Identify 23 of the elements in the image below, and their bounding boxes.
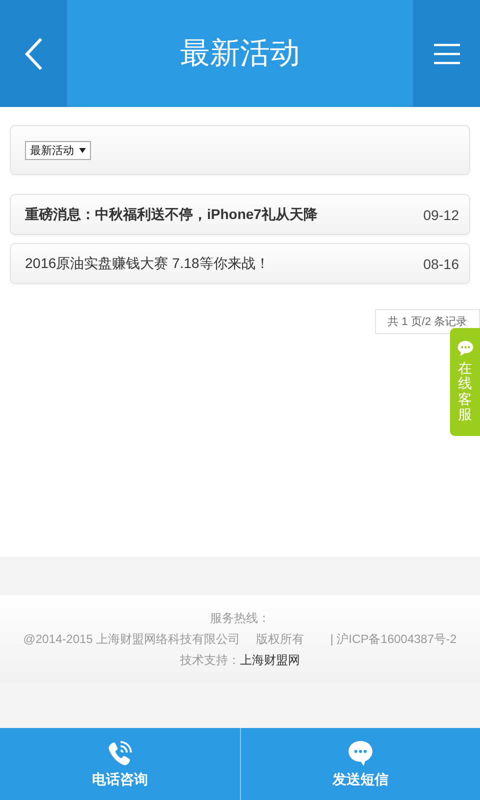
page-title: 最新活动 [179,36,301,72]
icp-text: | 沪ICP备16004387号-2 [330,632,457,646]
article-title: 2016原油实盘赚钱大赛 7.18等你来战！ [25,254,270,272]
chat-bubble-icon [346,740,374,766]
chat-bubble-icon [456,340,474,357]
rights-text: 版权所有 [256,632,304,646]
support-link[interactable]: 上海财盟网 [240,652,300,666]
article-date: 09-12 [423,206,459,222]
category-dropdown[interactable]: 最新活动 [25,140,91,160]
article-title: 重磅消息：中秋福利送不停，iPhone7礼从天降 [25,206,318,224]
copyright-text: @2014-2015 上海财盟网络科技有限公司 [23,632,240,646]
hotline-label: 服务热线： [210,610,270,626]
article-item[interactable]: 重磅消息：中秋福利送不停，iPhone7礼从天降 09-12 [10,194,470,235]
online-service-label: 在线客服 [458,361,472,423]
phone-icon [106,740,134,766]
caret-icon [79,148,86,152]
back-icon [24,36,44,70]
support-label: 技术支持： [180,652,240,666]
pagination-info: 共 1 页/2 条记录 [374,309,480,334]
article-item[interactable]: 2016原油实盘赚钱大赛 7.18等你来战！ 08-16 [10,243,470,284]
menu-icon [434,42,460,64]
article-date: 08-16 [423,256,459,272]
menu-button[interactable] [413,0,480,107]
